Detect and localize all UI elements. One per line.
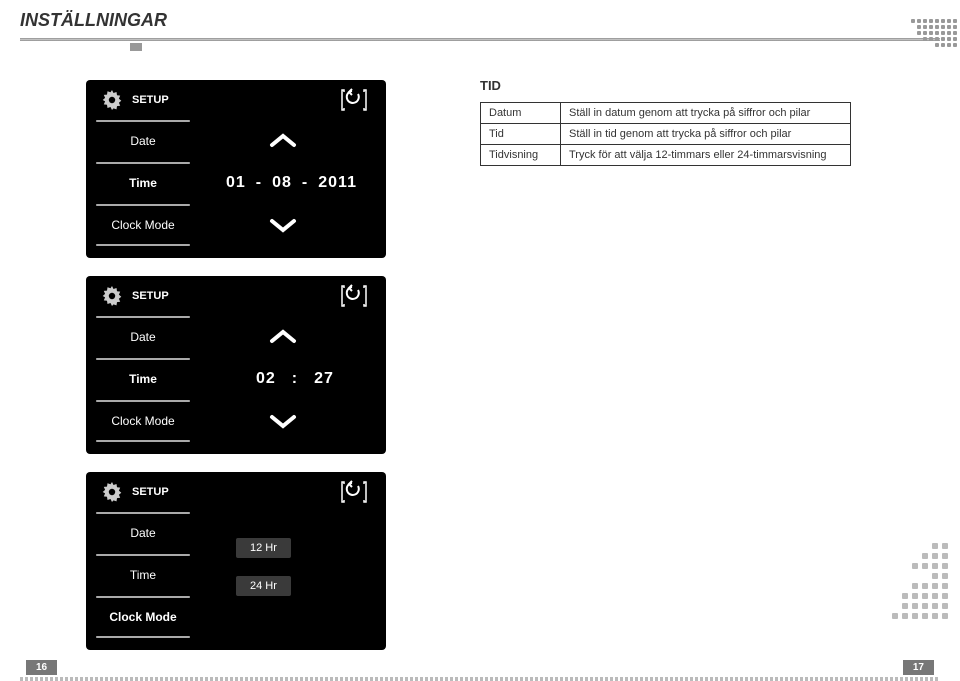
- chevron-down-icon[interactable]: [266, 216, 300, 236]
- chevron-up-icon[interactable]: [266, 130, 300, 150]
- back-icon[interactable]: [340, 480, 368, 504]
- time-hour: 02: [256, 370, 276, 388]
- clock-mode-options: 12 Hr 24 Hr: [236, 538, 291, 596]
- menu-item-clock-mode[interactable]: Clock Mode: [86, 596, 200, 638]
- side-menu: Date Time Clock Mode: [86, 316, 200, 442]
- menu-item-label: Clock Mode: [109, 610, 176, 624]
- side-menu: Date Time Clock Mode: [86, 512, 200, 638]
- gear-icon: [100, 284, 124, 308]
- date-sep: -: [256, 174, 262, 192]
- page-title: INSTÄLLNINGAR: [20, 10, 167, 31]
- divider: [20, 38, 940, 41]
- back-icon[interactable]: [340, 284, 368, 308]
- menu-item-label: Clock Mode: [111, 218, 174, 232]
- time-minute: 27: [314, 370, 334, 388]
- setup-label: SETUP: [132, 94, 169, 106]
- tid-heading: TID: [480, 78, 501, 93]
- menu-item-label: Date: [130, 526, 155, 540]
- tid-label: Datum: [481, 103, 561, 124]
- tid-label: Tid: [481, 124, 561, 145]
- back-icon[interactable]: [340, 88, 368, 112]
- menu-item-time[interactable]: Time: [86, 554, 200, 596]
- menu-item-label: Time: [129, 372, 157, 386]
- tid-label: Tidvisning: [481, 145, 561, 166]
- menu-item-date[interactable]: Date: [86, 120, 200, 162]
- table-row: DatumStäll in datum genom att trycka på …: [481, 103, 851, 124]
- table-row: TidvisningTryck för att välja 12-timmars…: [481, 145, 851, 166]
- setup-panel-time: SETUP Date Time Clock Mode 02 : 27: [86, 276, 386, 454]
- mode-24hr-button[interactable]: 24 Hr: [236, 576, 291, 596]
- setup-panel-date: SETUP Date Time Clock Mode 01 - 08 - 201…: [86, 80, 386, 258]
- menu-item-clock-mode[interactable]: Clock Mode: [86, 400, 200, 442]
- tid-desc: Ställ in datum genom att trycka på siffr…: [561, 103, 851, 124]
- page-number-right: 17: [903, 660, 934, 675]
- date-value[interactable]: 01 - 08 - 2011: [226, 174, 357, 192]
- date-month: 08: [272, 174, 292, 192]
- decoration-dots-top: [898, 18, 958, 48]
- gear-icon: [100, 480, 124, 504]
- menu-item-time[interactable]: Time: [86, 162, 200, 204]
- setup-label: SETUP: [132, 290, 169, 302]
- chevron-up-icon[interactable]: [266, 326, 300, 346]
- tid-desc: Ställ in tid genom att trycka på siffror…: [561, 124, 851, 145]
- date-sep: -: [302, 174, 308, 192]
- menu-item-label: Time: [129, 176, 157, 190]
- menu-item-label: Time: [130, 568, 156, 582]
- footer-bar: [20, 677, 940, 681]
- date-day: 01: [226, 174, 246, 192]
- page-number-left: 16: [26, 660, 57, 675]
- menu-item-label: Date: [130, 134, 155, 148]
- mode-12hr-button[interactable]: 12 Hr: [236, 538, 291, 558]
- tid-table: DatumStäll in datum genom att trycka på …: [480, 102, 851, 166]
- setup-panel-clock-mode: SETUP Date Time Clock Mode 12 Hr 24 Hr: [86, 472, 386, 650]
- side-menu: Date Time Clock Mode: [86, 120, 200, 246]
- menu-item-date[interactable]: Date: [86, 512, 200, 554]
- setup-label: SETUP: [132, 486, 169, 498]
- decoration-dots-bottom: [890, 541, 950, 621]
- menu-item-clock-mode[interactable]: Clock Mode: [86, 204, 200, 246]
- tid-desc: Tryck för att välja 12-timmars eller 24-…: [561, 145, 851, 166]
- gear-icon: [100, 88, 124, 112]
- menu-item-time[interactable]: Time: [86, 358, 200, 400]
- menu-item-label: Date: [130, 330, 155, 344]
- time-value[interactable]: 02 : 27: [256, 370, 334, 388]
- time-sep: :: [292, 370, 298, 388]
- chevron-down-icon[interactable]: [266, 412, 300, 432]
- menu-item-date[interactable]: Date: [86, 316, 200, 358]
- table-row: TidStäll in tid genom att trycka på siff…: [481, 124, 851, 145]
- date-year: 2011: [318, 174, 357, 192]
- menu-item-label: Clock Mode: [111, 414, 174, 428]
- divider-accent: [130, 43, 142, 51]
